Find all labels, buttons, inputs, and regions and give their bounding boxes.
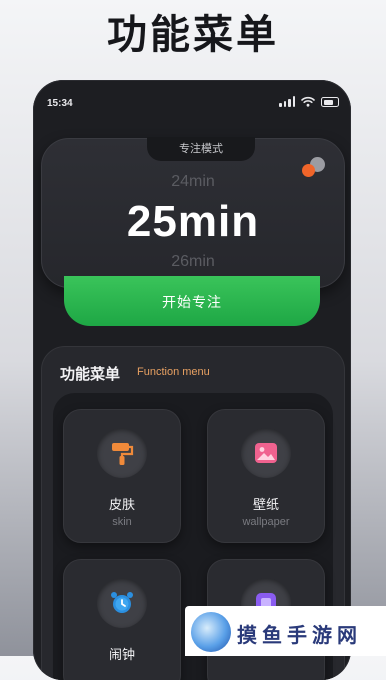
time-option-prev[interactable]: 24min [42, 173, 344, 191]
status-bar: 15:34 [33, 80, 351, 124]
menu-subtitle: Function menu [137, 366, 210, 378]
time-option-current[interactable]: 25min [42, 197, 344, 247]
alarm-clock-icon [97, 578, 147, 628]
menu-title: 功能菜单 [60, 365, 121, 383]
battery-icon [321, 97, 339, 107]
menu-item-sublabel: wallpaper [242, 516, 290, 528]
watermark-logo-icon [191, 612, 231, 652]
menu-item-label: 皮肤 [108, 498, 135, 513]
image-icon [241, 428, 291, 478]
paint-roller-icon [97, 428, 147, 478]
menu-item-label: 闹钟 [108, 648, 135, 663]
wifi-icon [301, 96, 315, 107]
menu-item-label: 壁纸 [252, 498, 279, 513]
status-icons [279, 96, 339, 107]
menu-item-wallpaper[interactable]: 壁纸 wallpaper [207, 409, 325, 543]
watermark-text: 摸鱼手游网 [237, 623, 362, 647]
menu-item-alarm[interactable]: 闹钟 [63, 559, 181, 680]
watermark: 摸鱼手游网 [185, 606, 386, 656]
start-focus-button[interactable]: 开始专注 [64, 276, 320, 326]
mode-tab[interactable]: 专注模式 [147, 137, 255, 161]
status-time: 15:34 [47, 98, 73, 109]
signal-icon [279, 96, 295, 107]
timer-card: 专注模式 24min 25min 26min [41, 137, 345, 288]
phone-screen: 15:34 专注模式 24min 25min 26min 开始专注 功能菜单 F… [33, 80, 351, 680]
menu-item-skin[interactable]: 皮肤 skin [63, 409, 181, 543]
menu-item-sublabel: skin [112, 516, 132, 528]
page-headline: 功能菜单 [107, 12, 279, 58]
time-option-next[interactable]: 26min [42, 253, 344, 271]
